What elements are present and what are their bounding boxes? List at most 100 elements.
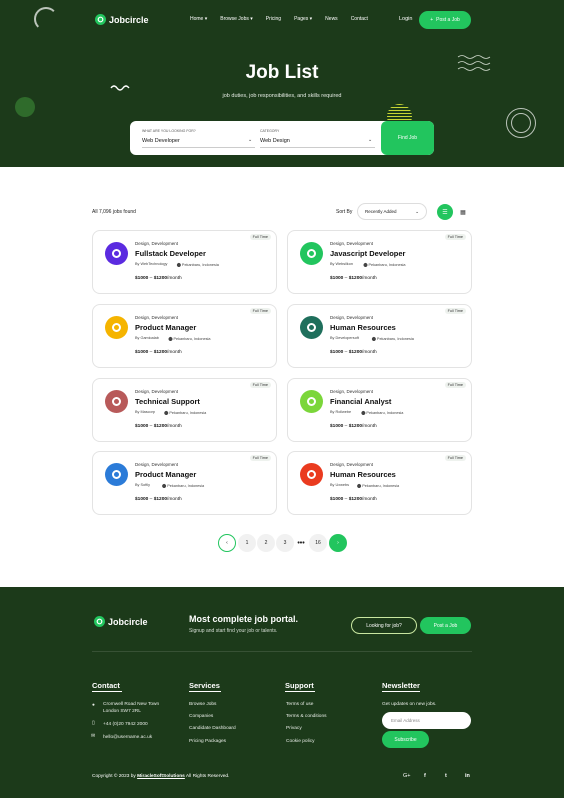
job-type-badge: Full Time bbox=[249, 382, 271, 388]
prev-page-button[interactable]: ‹ bbox=[218, 534, 236, 552]
footer-post-job-button[interactable]: Post a Job bbox=[420, 617, 471, 634]
company-logo bbox=[105, 316, 128, 339]
post-job-button[interactable]: + Post a Job bbox=[419, 11, 471, 29]
nav-item-browse-jobs[interactable]: Browse Jobs ▾ bbox=[220, 16, 253, 22]
subscribe-button[interactable]: Subscribe bbox=[382, 731, 429, 748]
keyword-select[interactable]: Web Developer bbox=[142, 138, 180, 144]
nav-item-pricing[interactable]: Pricing bbox=[266, 16, 281, 22]
job-category: Design, Development bbox=[330, 315, 374, 320]
footer-link-companies[interactable]: Companies bbox=[189, 714, 213, 719]
sort-select[interactable]: Recently Added ⌄ bbox=[357, 203, 427, 220]
services-heading: Services bbox=[189, 681, 220, 690]
company-name[interactable]: By WebTechnology bbox=[135, 262, 167, 266]
footer-link-candidate-dashboard[interactable]: Candidate Dashboard bbox=[189, 726, 236, 731]
location-pin-icon: ⬤ bbox=[371, 337, 376, 341]
twitter-icon[interactable]: t bbox=[445, 773, 447, 779]
footer-link-pricing-packages[interactable]: Pricing Packages bbox=[189, 739, 226, 744]
facebook-icon[interactable]: f bbox=[424, 773, 426, 779]
job-salary: $1000 – $1200/month bbox=[330, 350, 377, 355]
m-red-logo-icon bbox=[307, 470, 316, 479]
brand-logo[interactable]: Jobcircle bbox=[95, 14, 149, 25]
find-job-button[interactable]: Find Job bbox=[381, 121, 434, 155]
job-card[interactable]: Full Time Design, Development Fullstack De… bbox=[92, 230, 277, 294]
nav-item-news[interactable]: News bbox=[325, 16, 338, 22]
job-category: Design, Development bbox=[135, 315, 179, 320]
chevron-down-icon: ⌄ bbox=[368, 137, 373, 143]
job-category: Design, Development bbox=[330, 389, 374, 394]
job-salary: $1000 – $1200/month bbox=[135, 497, 182, 502]
main-menu: Home ▾ Browse Jobs ▾ Pricing Pages ▾ New… bbox=[190, 16, 368, 22]
e-logo-icon bbox=[307, 323, 316, 332]
company-name[interactable]: By Uxwebs bbox=[330, 483, 349, 487]
job-type-badge: Full Time bbox=[444, 308, 466, 314]
footer-link-terms-conditions[interactable]: Terms & conditions bbox=[286, 714, 327, 719]
address-line-2: London SW7 2RL bbox=[103, 709, 141, 714]
job-card[interactable]: Full Time Design, Development Technical Su… bbox=[92, 378, 277, 442]
newsletter-underline bbox=[382, 691, 420, 692]
copyright-brand-link[interactable]: MiracleSoftSolutions bbox=[137, 774, 185, 779]
login-link[interactable]: Login bbox=[399, 16, 412, 22]
company-logo bbox=[105, 390, 128, 413]
footer-logo[interactable]: Jobcircle bbox=[94, 616, 148, 627]
results-count: All 7,096 jobs found bbox=[92, 209, 136, 215]
job-type-badge: Full Time bbox=[249, 455, 271, 461]
company-logo bbox=[300, 242, 323, 265]
looking-for-job-button[interactable]: Looking for job? bbox=[351, 617, 417, 634]
grid-view-button[interactable]: ▦ bbox=[455, 204, 471, 220]
footer-link-terms-of-use[interactable]: Terms of use bbox=[286, 702, 313, 707]
job-card[interactable]: Full Time Design, Development Financial An… bbox=[287, 378, 472, 442]
footer-divider bbox=[92, 651, 472, 652]
job-title[interactable]: Product Manager bbox=[135, 470, 196, 479]
job-card[interactable]: Full Time Design, Development Human Resour… bbox=[287, 451, 472, 515]
page-16-button[interactable]: 16 bbox=[309, 534, 327, 552]
newsletter-email-input[interactable]: Email Address bbox=[382, 712, 471, 729]
list-view-button[interactable]: ☰ bbox=[437, 204, 453, 220]
grid-view-icon: ▦ bbox=[460, 209, 466, 216]
decor-arc bbox=[34, 7, 58, 31]
job-location: ⬤ Pekanbaru, Indonesia bbox=[361, 411, 404, 415]
job-card[interactable]: Full Time Design, Development Product Mana… bbox=[92, 304, 277, 368]
job-salary: $1000 – $1200/month bbox=[330, 424, 377, 429]
job-card[interactable]: Full Time Design, Development Product Mana… bbox=[92, 451, 277, 515]
company-name[interactable]: By Gamioalab bbox=[135, 336, 159, 340]
company-name[interactable]: By Developersoft bbox=[330, 336, 359, 340]
job-card[interactable]: Full Time Design, Development Human Resour… bbox=[287, 304, 472, 368]
email-address[interactable]: hello@username.ac.uk bbox=[103, 735, 152, 740]
footer-link-privacy[interactable]: Privacy bbox=[286, 726, 302, 731]
keyword-label: WHAT ARE YOU LOOKING FOR? bbox=[142, 129, 196, 133]
stripes-logo-icon bbox=[112, 470, 121, 479]
page-2-button[interactable]: 2 bbox=[257, 534, 275, 552]
next-page-button[interactable]: › bbox=[329, 534, 347, 552]
page-1-button[interactable]: 1 bbox=[238, 534, 256, 552]
job-title[interactable]: Financial Analyst bbox=[330, 397, 391, 406]
footer-link-browse-jobs[interactable]: Browse Jobs bbox=[189, 702, 216, 707]
company-name[interactable]: By Websilkon bbox=[330, 262, 353, 266]
job-title[interactable]: Human Resources bbox=[330, 470, 396, 479]
company-name[interactable]: By Mascorp bbox=[135, 410, 155, 414]
job-card[interactable]: Full Time Design, Development Javascript D… bbox=[287, 230, 472, 294]
company-name[interactable]: By Softly bbox=[135, 483, 150, 487]
category-select[interactable]: Web Design bbox=[260, 138, 290, 144]
google-plus-icon[interactable]: G+ bbox=[403, 773, 411, 779]
page-subtitle: job duties, job responsibilities, and sk… bbox=[222, 93, 342, 99]
job-salary: $1000 – $1200/month bbox=[330, 497, 377, 502]
job-title[interactable]: Javascript Developer bbox=[330, 249, 405, 258]
page-ellipsis: ••• bbox=[297, 539, 305, 547]
company-logo bbox=[300, 463, 323, 486]
job-title[interactable]: Fullstack Developer bbox=[135, 249, 206, 258]
job-category: Design, Development bbox=[135, 462, 179, 467]
address-line-1: Cromwell Road New Town bbox=[103, 702, 160, 707]
job-title[interactable]: Human Resources bbox=[330, 323, 396, 332]
job-salary: $1000 – $1200/month bbox=[135, 350, 182, 355]
copyright: Copyright © 2023 by MiracleSoftSolutions… bbox=[92, 774, 230, 779]
job-title[interactable]: Technical Support bbox=[135, 397, 200, 406]
footer-link-cookie-policy[interactable]: Cookie policy bbox=[286, 739, 315, 744]
nav-item-pages[interactable]: Pages ▾ bbox=[294, 16, 312, 22]
nav-item-home[interactable]: Home ▾ bbox=[190, 16, 207, 22]
support-underline bbox=[285, 691, 315, 692]
company-name[interactable]: By Rollwebe bbox=[330, 410, 351, 414]
job-title[interactable]: Product Manager bbox=[135, 323, 196, 332]
phone-number[interactable]: +44 (0)20 7942 2000 bbox=[103, 722, 148, 727]
linkedin-icon[interactable]: in bbox=[465, 773, 470, 779]
nav-item-contact[interactable]: Contact bbox=[351, 16, 368, 22]
